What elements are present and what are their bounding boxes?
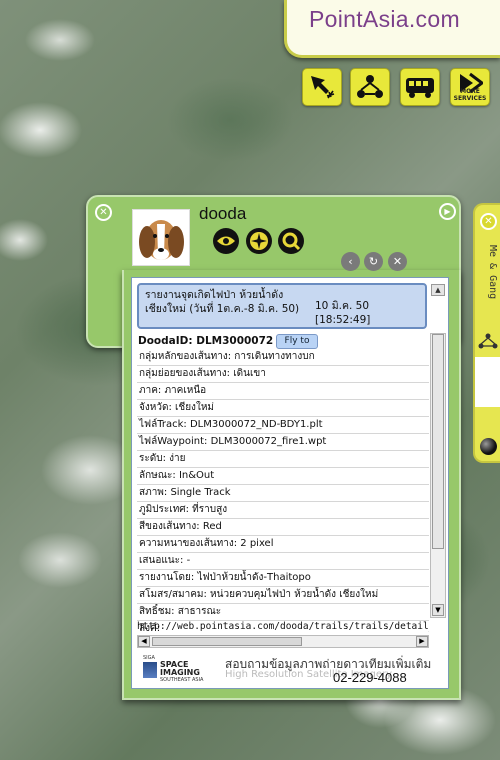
- fly-to-button[interactable]: Fly to: [276, 334, 318, 349]
- report-rows: กลุ่มหลักของเส้นทาง: การเดินทางทางบก กลุ…: [137, 349, 429, 638]
- globe-icon[interactable]: [480, 438, 497, 455]
- username: dooda: [199, 204, 247, 223]
- scroll-down-button[interactable]: ▼: [432, 604, 444, 616]
- space-imaging-logo: SIGA SPACE IMAGING SOUTHEAST ASIA: [143, 655, 213, 683]
- table-row: กลุ่มหลักของเส้นทาง: การเดินทางทางบก: [137, 349, 429, 366]
- arrow-sparkle-button[interactable]: [302, 68, 342, 106]
- me-and-gang-label: Me & Gang: [487, 245, 498, 300]
- arrow-sparkle-icon: [311, 76, 335, 99]
- report-frame[interactable]: รายงานจุดเกิดไฟป่า ห้วยน้ำดัง เชียงใหม่ …: [131, 277, 449, 689]
- close-icon[interactable]: ✕: [95, 204, 112, 221]
- compass-icon: [250, 232, 268, 250]
- table-row: ไฟล์Track: DLM3000072_ND-BDY1.plt: [137, 417, 429, 434]
- table-row: ความหนาของเส้นทาง: 2 pixel: [137, 536, 429, 553]
- table-row: ลักษณะ: In&Out: [137, 468, 429, 485]
- me-and-gang-tab[interactable]: ✕ Me & Gang: [473, 203, 500, 463]
- eye-button[interactable]: [213, 228, 239, 254]
- play-icon[interactable]: ▶: [439, 203, 456, 220]
- search-icon: [282, 232, 301, 251]
- table-row: กลุ่มย่อยของเส้นทาง: เดินเขา: [137, 366, 429, 383]
- table-row: ระดับ: ง่าย: [137, 451, 429, 468]
- more-services-label: MORE SERVICES: [453, 88, 487, 102]
- more-services-button[interactable]: MORE SERVICES: [450, 68, 490, 106]
- table-row: สภาพ: Single Track: [137, 485, 429, 502]
- table-row: สโมสร/สมาคม: หน่วยควบคุมไฟป่า ห้วยน้ำดัง…: [137, 587, 429, 604]
- table-row: สีของเส้นทาง: Red: [137, 519, 429, 536]
- scroll-thumb[interactable]: [152, 637, 302, 646]
- table-row: ไฟล์Waypoint: DLM3000072_fire1.wpt: [137, 434, 429, 451]
- brand-name-2: IMAGING: [160, 668, 200, 677]
- scroll-thumb[interactable]: [432, 334, 444, 549]
- space-imaging-ad[interactable]: SIGA SPACE IMAGING SOUTHEAST ASIA สอบถามข…: [137, 649, 443, 687]
- scroll-right-button[interactable]: ▶: [416, 636, 428, 647]
- brand-name: SPACE IMAGING: [160, 661, 200, 677]
- people-network-icon: [357, 75, 383, 98]
- report-datetime: 10 มิ.ค. 50 [18:52:49]: [315, 300, 371, 326]
- people-network-button[interactable]: [350, 68, 390, 106]
- eye-icon: [217, 236, 235, 246]
- compass-button[interactable]: [246, 228, 272, 254]
- brand-region: SOUTHEAST ASIA: [160, 677, 204, 683]
- table-row: จังหวัด: เชียงใหม่: [137, 400, 429, 417]
- pointasia-logo[interactable]: PointAsia.com: [284, 0, 500, 58]
- table-row: ภูมิประเทศ: ที่ราบสูง: [137, 502, 429, 519]
- people-network-icon: [478, 333, 498, 349]
- table-row: ภาค: ภาคเหนือ: [137, 383, 429, 400]
- report-title: รายงานจุดเกิดไฟป่า ห้วยน้ำดัง เชียงใหม่ …: [145, 289, 300, 315]
- search-button[interactable]: [278, 228, 304, 254]
- table-row: เสนอแนะ: -: [137, 553, 429, 570]
- dooda-id: DoodaID: DLM3000072: [138, 335, 274, 347]
- scroll-left-button[interactable]: ◀: [138, 636, 150, 647]
- tab-divider: [475, 357, 500, 407]
- logo-text: PointAsia.com: [309, 6, 460, 32]
- bus-button[interactable]: [400, 68, 440, 106]
- close-icon[interactable]: ✕: [480, 213, 497, 230]
- report-header: รายงานจุดเกิดไฟป่า ห้วยน้ำดัง เชียงใหม่ …: [137, 283, 427, 329]
- vertical-scrollbar[interactable]: ▼: [430, 333, 446, 618]
- scroll-up-button[interactable]: ▲: [431, 284, 445, 296]
- back-icon[interactable]: ‹: [341, 252, 360, 271]
- bus-icon: [406, 78, 434, 98]
- avatar: [132, 209, 190, 266]
- close-icon[interactable]: ✕: [388, 252, 407, 271]
- brand-mark: [143, 662, 157, 678]
- horizontal-scrollbar[interactable]: ◀ ▶: [137, 635, 429, 648]
- ad-phone: 02-229-4088: [333, 670, 407, 685]
- trail-link[interactable]: http://web.pointasia.com/dooda/trails/tr…: [137, 619, 429, 634]
- table-row: รายงานโดย: ไฟป่าห้วยน้ำดัง-Thaitopo: [137, 570, 429, 587]
- refresh-icon[interactable]: ↻: [364, 252, 383, 271]
